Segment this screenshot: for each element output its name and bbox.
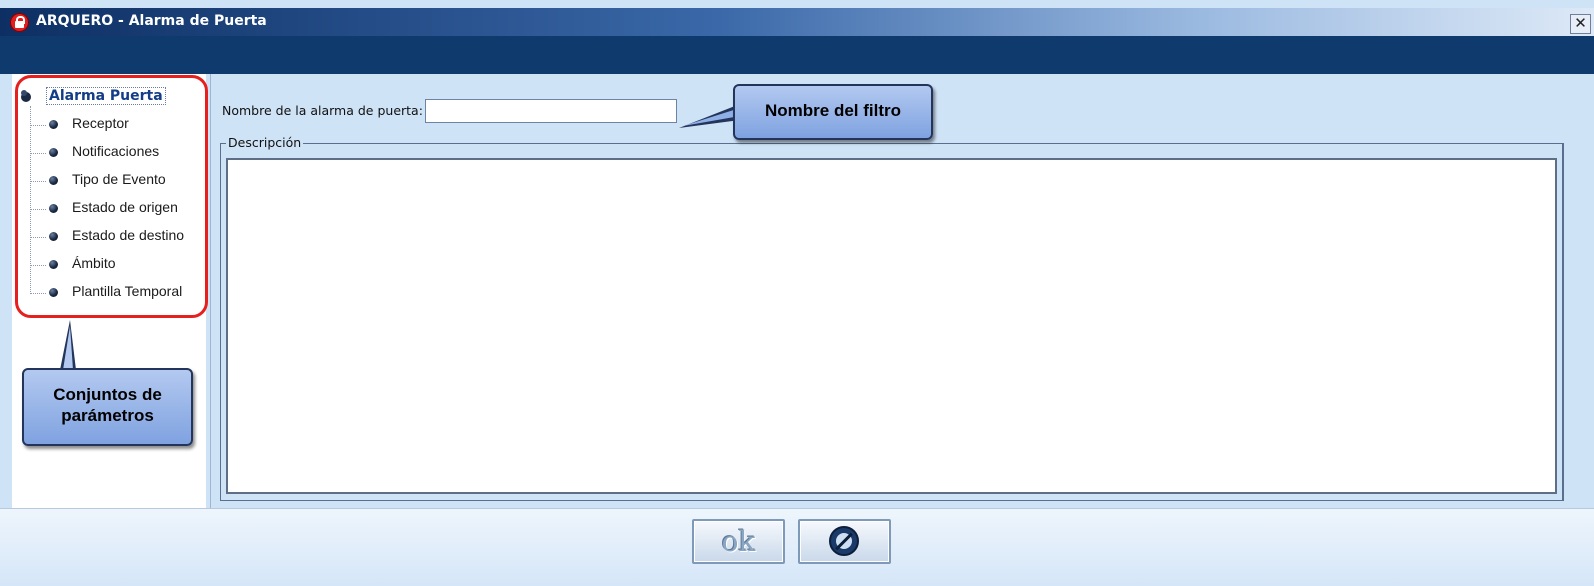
close-button[interactable]: ✕ bbox=[1570, 14, 1591, 34]
cancel-button[interactable] bbox=[798, 519, 891, 564]
filter-name-callout: Nombre del filtro bbox=[733, 84, 933, 140]
title-bar: ARQUERO - Alarma de Puerta ✕ bbox=[0, 8, 1594, 36]
alarm-name-input[interactable] bbox=[425, 99, 677, 123]
param-sets-callout: Conjuntos de parámetros bbox=[22, 368, 193, 446]
description-textarea[interactable] bbox=[226, 158, 1557, 494]
param-sets-callout-line2: parámetros bbox=[61, 406, 154, 425]
param-sets-highlight bbox=[15, 75, 208, 318]
ok-button[interactable]: ok bbox=[692, 519, 785, 564]
window-title: ARQUERO - Alarma de Puerta bbox=[36, 13, 267, 29]
lock-icon bbox=[10, 13, 29, 32]
description-legend: Descripción bbox=[226, 135, 304, 150]
header-band bbox=[0, 36, 1594, 74]
alarm-door-window: ARQUERO - Alarma de Puerta ✕ Alarma Puer… bbox=[0, 0, 1594, 586]
alarm-name-label: Nombre de la alarma de puerta: bbox=[222, 103, 423, 118]
cancel-icon bbox=[829, 526, 859, 556]
param-sets-callout-line1: Conjuntos de bbox=[53, 385, 162, 404]
button-bar bbox=[0, 508, 1594, 586]
ok-label: ok bbox=[721, 525, 756, 558]
